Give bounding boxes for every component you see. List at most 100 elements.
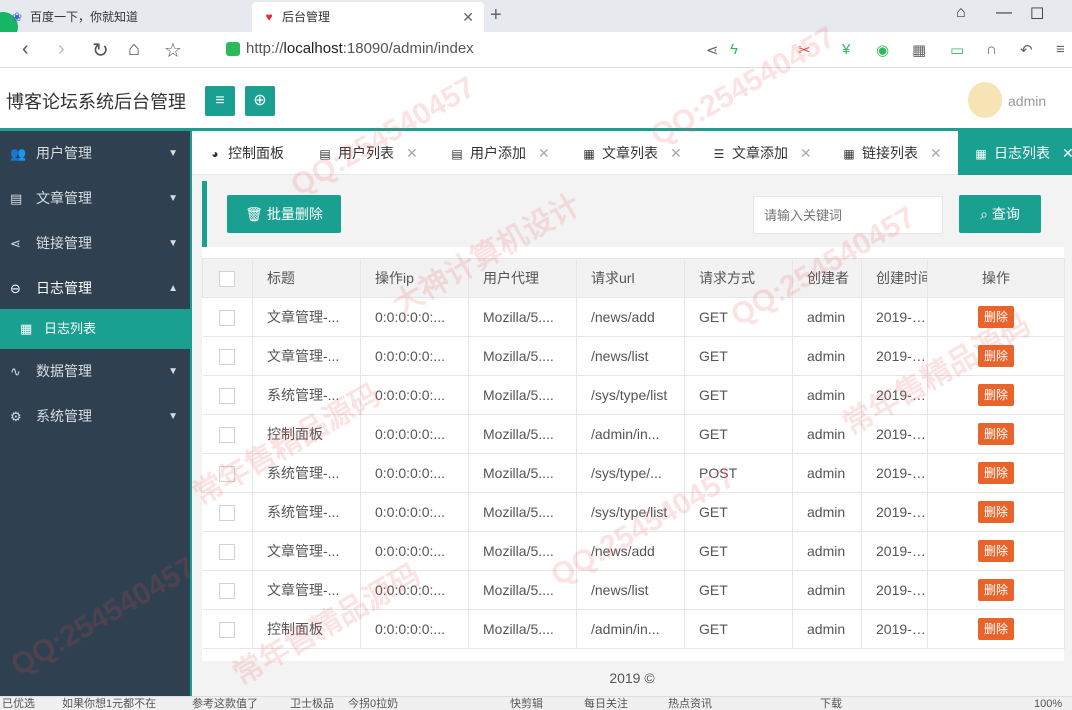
row-delete-button[interactable]: 删除: [977, 384, 1014, 406]
tab-article-add[interactable]: ☰ 文章添加 ✕: [710, 131, 812, 175]
row-delete-button[interactable]: 删除: [977, 306, 1014, 328]
row-delete-button[interactable]: 删除: [977, 462, 1014, 484]
tab-article-list[interactable]: ▦ 文章列表 ✕: [580, 131, 682, 175]
bars-icon: ☰: [713, 147, 725, 161]
tab-log-list[interactable]: ▦ 日志列表 ✕: [958, 131, 1072, 175]
column-header[interactable]: 标题: [252, 258, 361, 298]
tab-user-add[interactable]: ▤ 用户添加 ✕: [448, 131, 550, 175]
shirt-icon[interactable]: ⌂: [956, 4, 966, 22]
new-tab-button[interactable]: +: [490, 4, 502, 27]
table-cell: admin: [792, 609, 862, 649]
star-icon[interactable]: ☆: [164, 38, 182, 63]
sidebar-item-label: 系统管理: [36, 408, 92, 424]
home-icon[interactable]: ⌂: [128, 38, 140, 61]
fullscreen-button[interactable]: ⊕: [245, 86, 275, 116]
table-row[interactable]: 文章管理-... 0:0:0:0:0:... Mozilla/5..../news/…: [202, 531, 1065, 571]
close-icon[interactable]: ✕: [930, 145, 942, 161]
browser-tab-admin[interactable]: ♥ 后台管理 ✕: [252, 2, 484, 32]
sidebar-item-users[interactable]: 👥 用户管理 ▼: [0, 131, 190, 176]
column-header[interactable]: 创建者: [792, 258, 862, 298]
table-cell: admin: [792, 297, 862, 337]
close-icon[interactable]: ✕: [670, 145, 682, 161]
row-delete-button[interactable]: 删除: [977, 345, 1014, 367]
row-delete-button[interactable]: 删除: [977, 540, 1014, 562]
status-item[interactable]: 100%: [1034, 697, 1062, 710]
sidebar-item-data[interactable]: ∿ 数据管理 ▼: [0, 349, 190, 394]
lightning-icon[interactable]: ϟ: [730, 41, 738, 58]
close-icon[interactable]: ✕: [800, 145, 812, 161]
status-item[interactable]: 卫士: [290, 697, 312, 710]
table-row[interactable]: 文章管理-... 0:0:0:0:0:... Mozilla/5..../news/…: [202, 336, 1065, 376]
status-item[interactable]: 热点资讯: [668, 697, 712, 710]
column-header[interactable]: 请求方式: [684, 258, 793, 298]
row-delete-button[interactable]: 删除: [977, 618, 1014, 640]
address-bar[interactable]: http://localhost:18090/admin/index: [246, 40, 474, 57]
scissors-icon[interactable]: ✂: [798, 41, 811, 59]
search-input[interactable]: [753, 196, 943, 234]
user-name[interactable]: admin: [1008, 93, 1046, 109]
maximize-icon[interactable]: ☐: [1030, 4, 1044, 24]
close-icon[interactable]: ✕: [406, 145, 418, 161]
status-item[interactable]: 参考这款值了: [192, 697, 258, 710]
table-row[interactable]: 系统管理-... 0:0:0:0:0:... Mozilla/5..../sys/t…: [202, 492, 1065, 532]
battery-icon[interactable]: ▭: [950, 41, 964, 59]
share-icon[interactable]: ⋖: [706, 41, 719, 59]
headphones-icon[interactable]: ∩: [986, 41, 997, 58]
row-checkbox[interactable]: [202, 531, 253, 571]
sidebar-item-logs[interactable]: ⊖ 日志管理 ▲: [0, 266, 190, 311]
avatar[interactable]: [968, 82, 1002, 118]
row-checkbox[interactable]: [202, 414, 253, 454]
tab-dashboard[interactable]: ◕ 控制面板: [206, 131, 284, 175]
undo-icon[interactable]: ↶: [1020, 41, 1033, 59]
status-item[interactable]: 快剪辑: [510, 697, 543, 710]
row-checkbox[interactable]: [202, 453, 253, 493]
tab-user-list[interactable]: ▤ 用户列表 ✕: [316, 131, 418, 175]
minimize-icon[interactable]: —: [996, 4, 1012, 22]
status-item[interactable]: 如果你想1元都不在: [62, 697, 156, 710]
row-delete-button[interactable]: 删除: [977, 579, 1014, 601]
table-row[interactable]: 文章管理-... 0:0:0:0:0:... Mozilla/5..../news/…: [202, 297, 1065, 337]
sidebar-toggle-button[interactable]: ≡: [205, 86, 235, 116]
close-tab-icon[interactable]: ✕: [462, 2, 474, 32]
apps-icon[interactable]: ▦: [912, 41, 926, 59]
sidebar-item-links[interactable]: ⋖ 链接管理 ▼: [0, 221, 190, 266]
tab-link-list[interactable]: ▦ 链接列表 ✕: [840, 131, 942, 175]
close-icon[interactable]: ✕: [538, 145, 550, 161]
row-checkbox[interactable]: [202, 297, 253, 337]
batch-delete-button[interactable]: 🗑 批量删除: [227, 195, 341, 233]
column-header[interactable]: 请求url: [576, 258, 685, 298]
row-checkbox[interactable]: [202, 570, 253, 610]
reload-icon[interactable]: ↻: [92, 38, 109, 63]
sidebar-item-articles[interactable]: ▤ 文章管理 ▼: [0, 176, 190, 221]
table-row[interactable]: 文章管理-... 0:0:0:0:0:... Mozilla/5..../news/…: [202, 570, 1065, 610]
table-row[interactable]: 系统管理-... 0:0:0:0:0:... Mozilla/5..../sys/t…: [202, 453, 1065, 493]
sidebar-subitem-log-list[interactable]: ▦ 日志列表: [0, 309, 190, 349]
close-icon[interactable]: ✕: [1062, 145, 1072, 161]
yen-icon[interactable]: ¥: [842, 41, 850, 58]
query-button[interactable]: ⌕ 查询: [959, 195, 1041, 233]
forward-icon[interactable]: ›: [58, 38, 65, 61]
table-row[interactable]: 控制面板 0:0:0:0:0:... Mozilla/5..../admin/in.…: [202, 414, 1065, 454]
back-icon[interactable]: ‹: [22, 38, 29, 61]
table-row[interactable]: 控制面板 0:0:0:0:0:... Mozilla/5..../admin/in.…: [202, 609, 1065, 649]
row-checkbox[interactable]: [202, 609, 253, 649]
sidebar-item-system[interactable]: ⚙ 系统管理 ▼: [0, 394, 190, 439]
status-item[interactable]: 今拐0拉奶: [348, 697, 398, 710]
select-all-checkbox[interactable]: [202, 258, 253, 298]
table-row[interactable]: 系统管理-... 0:0:0:0:0:... Mozilla/5..../sys/t…: [202, 375, 1065, 415]
status-item[interactable]: 极品: [312, 697, 334, 710]
column-header[interactable]: 创建时间: [861, 258, 928, 298]
column-header[interactable]: 操作ip: [360, 258, 469, 298]
menu-icon[interactable]: ≡: [1056, 41, 1065, 58]
row-checkbox[interactable]: [202, 336, 253, 376]
status-item[interactable]: 已优选: [2, 697, 35, 710]
row-delete-button[interactable]: 删除: [977, 423, 1014, 445]
row-delete-button[interactable]: 删除: [977, 501, 1014, 523]
status-item[interactable]: 每日关注: [584, 697, 628, 710]
status-item[interactable]: 下载: [820, 697, 842, 710]
row-checkbox[interactable]: [202, 492, 253, 532]
column-header[interactable]: 用户代理: [468, 258, 577, 298]
wechat-icon[interactable]: ◉: [876, 41, 889, 59]
row-checkbox[interactable]: [202, 375, 253, 415]
browser-tab-baidu[interactable]: ❀ 百度一下，你就知道: [0, 2, 250, 32]
